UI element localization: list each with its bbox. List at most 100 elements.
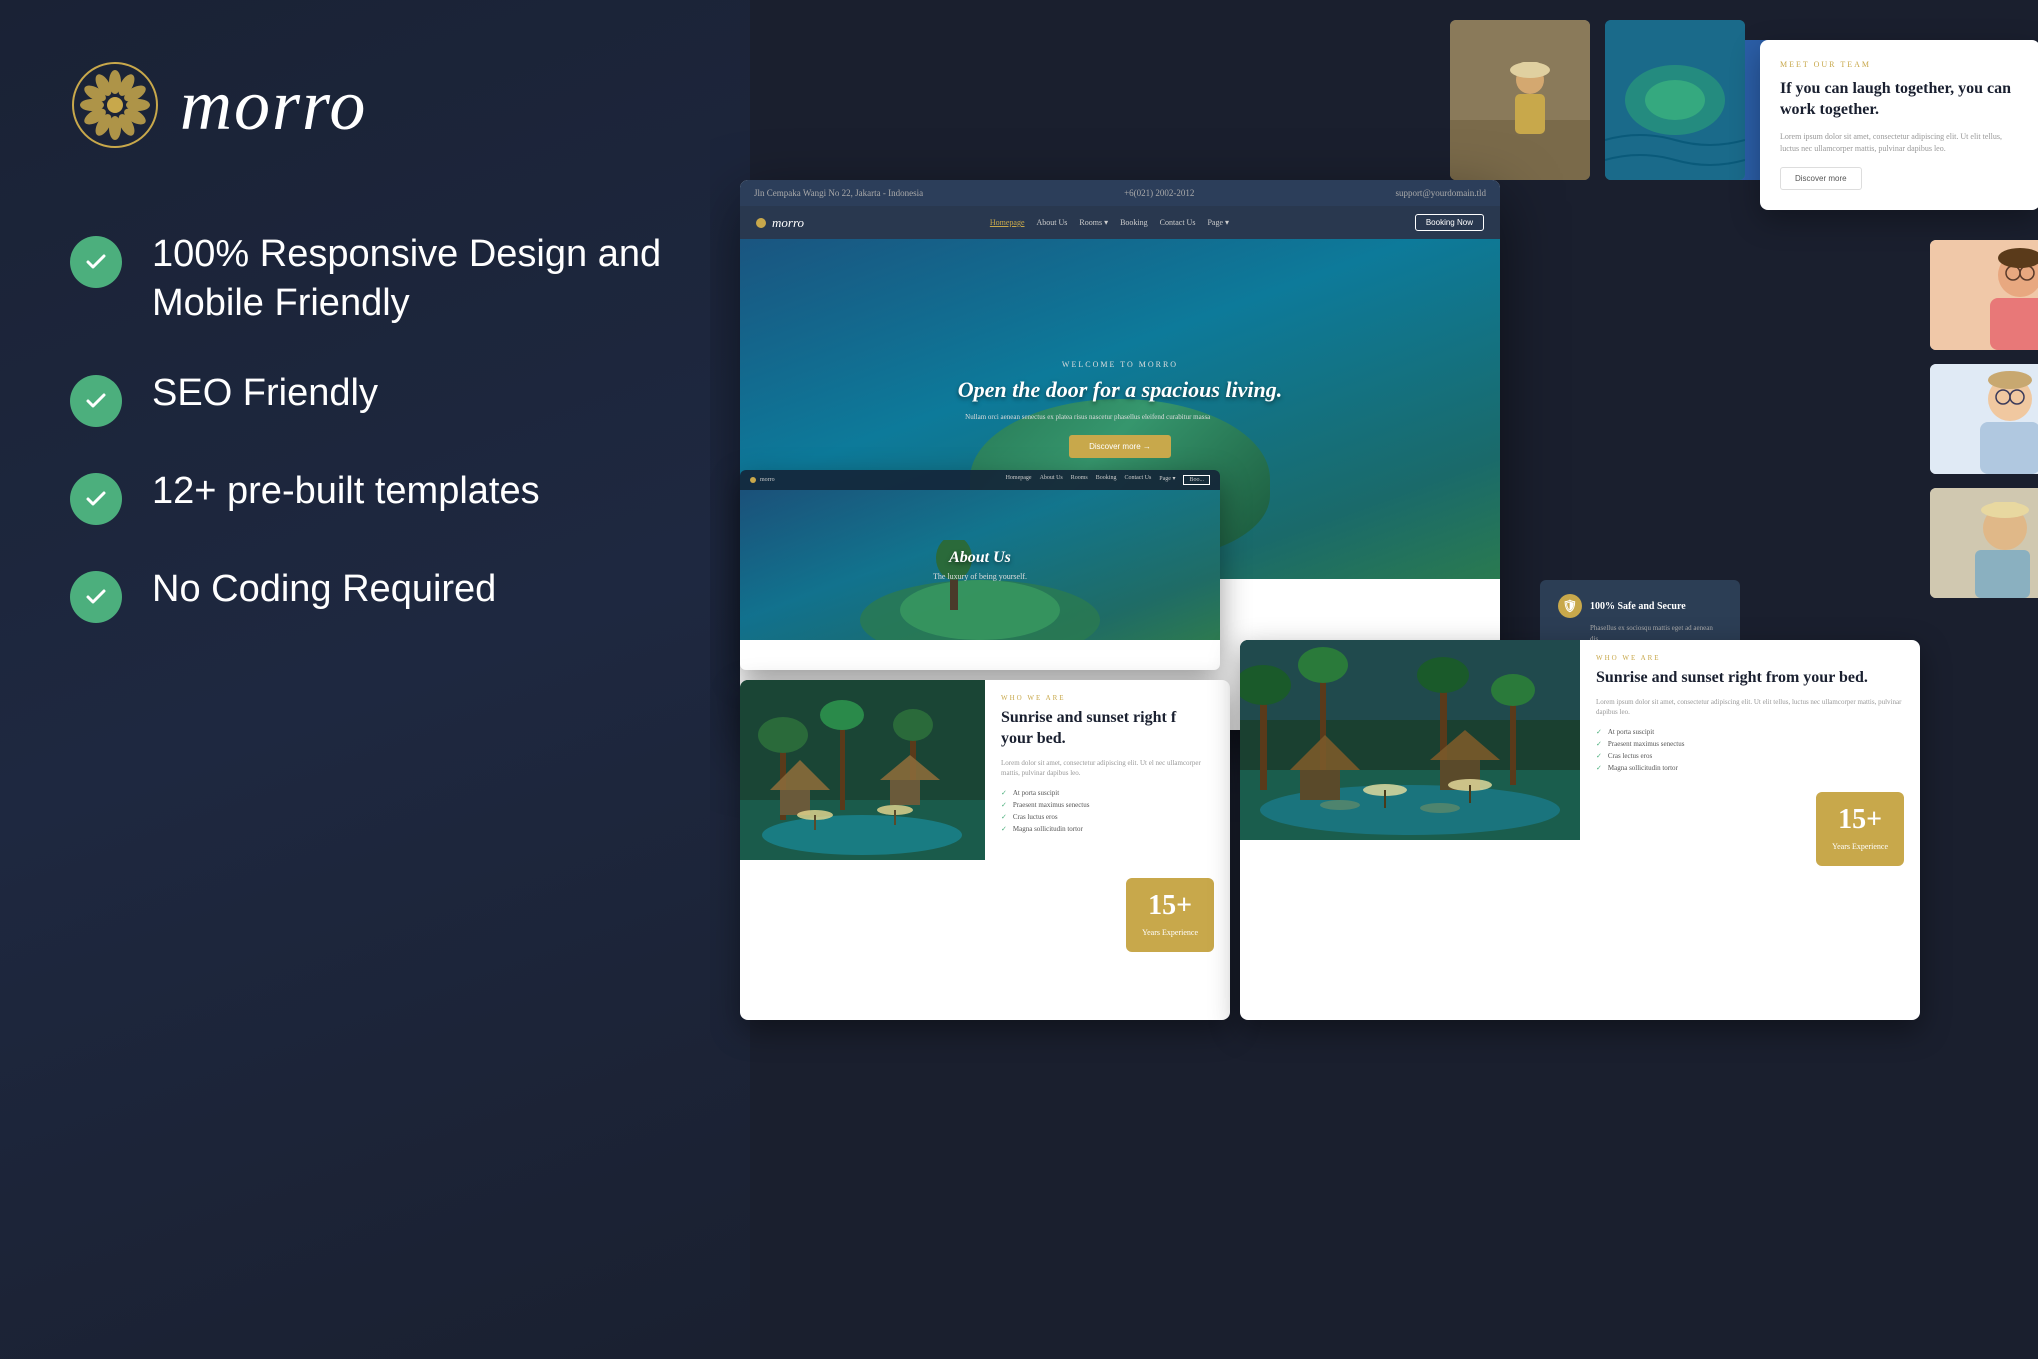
mockup-topbar: Jln Cempaka Wangi No 22, Jakarta - Indon…	[740, 180, 1500, 206]
mockup-nav-links: Homepage About Us Rooms ▾ Booking Contac…	[990, 218, 1229, 227]
photos-area	[1450, 20, 1745, 180]
hero-description: Nullam orci aenean senectus ex platea ri…	[958, 413, 1218, 421]
person-card-2	[1930, 364, 2038, 474]
check-item-r-2: Praesent maximus senectus	[1596, 740, 1904, 748]
nav-link-booking[interactable]: Booking	[1120, 218, 1148, 227]
years-label-right: Years Experience	[1832, 842, 1888, 851]
who-we-are-title-right: Sunrise and sunset right from your bed.	[1596, 668, 1904, 689]
about-mockup-nav: morro Homepage About Us Rooms Booking Co…	[740, 470, 1220, 490]
beach-photo	[1450, 20, 1590, 180]
who-we-are-label-left: WHO WE ARE	[1001, 694, 1214, 702]
feature-seo-text: SEO Friendly	[152, 369, 378, 418]
years-label-left: Years Experience	[1142, 928, 1198, 937]
about-nav-cta[interactable]: Boo...	[1183, 475, 1210, 485]
nav-link-page[interactable]: Page ▾	[1207, 218, 1229, 227]
check-item-3: Cras luctus eros	[1001, 813, 1214, 821]
about-hero-content: About Us The luxury of being yourself.	[933, 549, 1027, 581]
check-icon-templates	[70, 473, 122, 525]
aerial-ocean-photo	[1605, 20, 1745, 180]
check-icon-responsive	[70, 236, 122, 288]
brand-name: morro	[180, 64, 367, 147]
features-checklist-left: At porta suscipit Praesent maximus senec…	[1001, 789, 1214, 833]
feature-responsive-text: 100% Responsive Design and Mobile Friend…	[152, 230, 680, 329]
years-number-left: 15+	[1142, 890, 1198, 922]
nav-link-rooms[interactable]: Rooms ▾	[1079, 218, 1108, 227]
hero-text-area: WELCOME TO MORRO Open the door for a spa…	[958, 360, 1283, 458]
feature-responsive: 100% Responsive Design and Mobile Friend…	[70, 230, 680, 329]
hero-main-title: Open the door for a spacious living.	[958, 377, 1283, 403]
check-item-r-3: Cras lectus eros	[1596, 752, 1904, 760]
who-we-are-desc-left: Lorem dolor sit amet, consectetur adipis…	[1001, 758, 1214, 779]
bottom-right-mockup: WHO WE ARE Sunrise and sunset right from…	[1240, 640, 1920, 1020]
about-nav-links: Homepage About Us Rooms Booking Contact …	[1006, 475, 1210, 485]
team-card: MEET OUR TEAM If you can laugh together,…	[1760, 40, 2038, 210]
team-label: MEET OUR TEAM	[1780, 60, 2020, 69]
bottom-left-mockup: WHO WE ARE Sunrise and sunset right fyou…	[740, 680, 1230, 1020]
nav-brand-name: morro	[772, 215, 804, 231]
nav-link-homepage[interactable]: Homepage	[990, 218, 1025, 227]
pool-photo-left	[740, 680, 985, 860]
about-nav-contact[interactable]: Contact Us	[1124, 475, 1151, 485]
about-nav-page[interactable]: Page ▾	[1159, 475, 1175, 485]
about-us-mockup: morro Homepage About Us Rooms Booking Co…	[740, 470, 1220, 670]
bottom-left-content: WHO WE ARE Sunrise and sunset right fyou…	[985, 680, 1230, 860]
morro-logo-icon	[70, 60, 160, 150]
about-nav-booking[interactable]: Booking	[1096, 475, 1117, 485]
years-experience-badge-left: 15+ Years Experience	[1126, 878, 1214, 952]
hero-cta-button[interactable]: Discover more →	[1069, 435, 1171, 458]
who-we-are-label-right: WHO WE ARE	[1596, 654, 1904, 662]
brand-area: morro	[70, 60, 680, 150]
nav-logo-dot	[756, 218, 766, 228]
about-nav-homepage[interactable]: Homepage	[1006, 475, 1032, 485]
person-cards	[1930, 240, 2038, 598]
about-nav-about[interactable]: About Us	[1040, 475, 1063, 485]
nav-booking-button[interactable]: Booking Now	[1415, 214, 1484, 231]
feature-no-coding: No Coding Required	[70, 565, 680, 623]
feature-no-coding-text: No Coding Required	[152, 565, 496, 614]
about-hero-title: About Us	[933, 549, 1027, 567]
bottom-left-pool-image	[740, 680, 985, 860]
safe-badge-title: 🛡 100% Safe and Secure	[1558, 594, 1722, 618]
hero-welcome-text: WELCOME TO MORRO	[958, 360, 1283, 369]
about-nav-rooms[interactable]: Rooms	[1071, 475, 1088, 485]
years-wrapper-right: 15+ Years Experience	[1596, 782, 1904, 866]
who-we-are-desc-right: Lorem ipsum dolor sit amet, consectetur …	[1596, 697, 1904, 718]
shield-icon: 🛡	[1558, 594, 1582, 618]
person-card-3	[1930, 488, 2038, 598]
feature-templates-text: 12+ pre-built templates	[152, 467, 540, 516]
features-list: 100% Responsive Design and Mobile Friend…	[70, 230, 680, 623]
mockup-nav-logo: morro	[756, 215, 804, 231]
features-checklist-right: At porta suscipit Praesent maximus senec…	[1596, 728, 1904, 772]
check-item-r-1: At porta suscipit	[1596, 728, 1904, 736]
team-desc: Lorem ipsum dolor sit amet, consectetur …	[1780, 131, 2020, 155]
about-hero-section: About Us The luxury of being yourself.	[740, 490, 1220, 640]
check-item-1: At porta suscipit	[1001, 789, 1214, 797]
feature-templates: 12+ pre-built templates	[70, 467, 680, 525]
bottom-left-content-row: WHO WE ARE Sunrise and sunset right fyou…	[740, 680, 1230, 860]
feature-seo: SEO Friendly	[70, 369, 680, 427]
topbar-email: support@yourdomain.tld	[1395, 188, 1486, 198]
right-preview-area: MEET OUR TEAM If you can laugh together,…	[710, 0, 2038, 1359]
nav-link-contact[interactable]: Contact Us	[1160, 218, 1196, 227]
topbar-phone: +6(021) 2002-2012	[1124, 188, 1194, 198]
pool-photo-right	[1240, 640, 1580, 840]
check-icon-seo	[70, 375, 122, 427]
bottom-right-content: WHO WE ARE Sunrise and sunset right from…	[1580, 640, 1920, 880]
left-panel: morro 100% Responsive Design and Mobile …	[0, 0, 750, 1359]
check-item-2: Praesent maximus senectus	[1001, 801, 1214, 809]
check-item-r-4: Magna sollicitudin tortor	[1596, 764, 1904, 772]
topbar-address: Jln Cempaka Wangi No 22, Jakarta - Indon…	[754, 188, 923, 198]
about-nav-logo-dot	[750, 477, 756, 483]
check-item-4: Magna sollicitudin tortor	[1001, 825, 1214, 833]
person-card-1	[1930, 240, 2038, 350]
years-number-right: 15+	[1832, 804, 1888, 836]
bottom-right-pool-col	[1240, 640, 1580, 880]
mockup-nav: morro Homepage About Us Rooms ▾ Booking …	[740, 206, 1500, 239]
about-nav-brand: morro	[760, 477, 775, 483]
bottom-right-content-row: WHO WE ARE Sunrise and sunset right from…	[1240, 640, 1920, 880]
nav-link-about[interactable]: About Us	[1037, 218, 1068, 227]
who-we-are-title-left: Sunrise and sunset right fyour bed.	[1001, 708, 1214, 750]
team-discover-button[interactable]: Discover more	[1780, 167, 1862, 190]
years-experience-badge-right: 15+ Years Experience	[1816, 792, 1904, 866]
bottom-left-footer: 15+ Years Experience	[740, 860, 1230, 960]
